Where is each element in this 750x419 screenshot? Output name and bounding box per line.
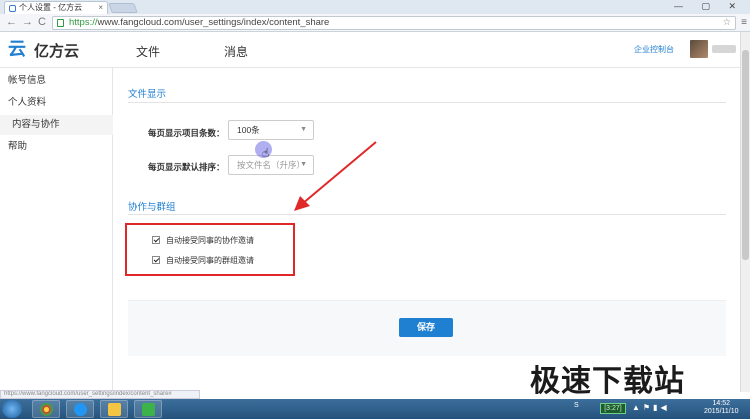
browser-status-url: https://www.fangcloud.com/user_settings/… [0, 390, 200, 399]
url-input[interactable]: https://www.fangcloud.com/user_settings/… [52, 16, 736, 30]
section-divider [128, 102, 726, 103]
browser-tab[interactable]: 个人设置 - 亿方云 × [4, 1, 108, 14]
app-header: 云 亿方云 文件 消息 企业控制台 [0, 32, 740, 68]
url-scheme: https:// [69, 17, 98, 28]
avatar[interactable] [690, 40, 708, 58]
tray-input-icon[interactable]: S [574, 402, 579, 409]
tray-recorder-chip[interactable]: [3:27] [600, 403, 626, 414]
lock-icon [57, 19, 64, 27]
window-controls[interactable]: — ▢ ✕ [674, 1, 744, 12]
taskbar-chrome[interactable] [32, 400, 60, 418]
nav-files[interactable]: 文件 [136, 43, 160, 60]
checkbox-group[interactable] [152, 256, 160, 264]
enterprise-console-link[interactable]: 企业控制台 [634, 44, 674, 55]
auto-accept-collab-option[interactable]: 自动接受同事的协作邀请 [152, 235, 254, 246]
sidebar-item-account[interactable]: 帐号信息 [0, 71, 113, 91]
settings-sidebar: 帐号信息 个人资料 内容与协作 帮助 [0, 68, 113, 392]
forward-icon[interactable]: → [22, 16, 33, 28]
items-per-page-label: 每页显示项目条数： [148, 128, 225, 138]
collab-title: 协作与群组 [128, 202, 176, 213]
logo-text: 亿方云 [34, 43, 80, 60]
hand-cursor-icon: ☝ [262, 146, 270, 160]
taskbar-app-green[interactable] [134, 400, 162, 418]
checkbox-collab[interactable] [152, 236, 160, 244]
bookmark-star-icon[interactable]: ☆ [722, 17, 731, 29]
save-button[interactable]: 保存 [399, 318, 453, 337]
chevron-down-icon: ▼ [300, 126, 307, 133]
tab-title: 个人设置 - 亿方云 [19, 3, 83, 12]
address-bar-row: ← → C https://www.fangcloud.com/user_set… [0, 14, 750, 32]
favicon-icon [9, 5, 16, 12]
auto-accept-group-label: 自动接受同事的群组邀请 [166, 256, 254, 265]
taskbar-clock[interactable]: 14:52 2015/11/10 [704, 400, 739, 416]
browser-tabbar: 个人设置 - 亿方云 × — ▢ ✕ [0, 0, 750, 14]
sidebar-item-profile[interactable]: 个人资料 [0, 93, 113, 113]
username-blurred[interactable] [712, 45, 736, 53]
items-per-page-select[interactable]: 100条 ▼ [228, 120, 314, 140]
taskbar-folder[interactable] [100, 400, 128, 418]
default-sort-label: 每页显示默认排序： [148, 162, 225, 172]
nav-messages[interactable]: 消息 [224, 43, 248, 60]
sidebar-item-help[interactable]: 帮助 [0, 137, 113, 157]
browser-menu-icon[interactable]: ≡ [741, 17, 747, 28]
tray-system-icons[interactable]: ▲⚑▮◀ [632, 403, 670, 412]
items-per-page-value: 100条 [237, 125, 260, 135]
watermark-logo: 极速下载站 [530, 364, 685, 399]
section-divider [128, 214, 726, 215]
file-display-title: 文件显示 [128, 89, 167, 100]
os-taskbar: S [3:27] ▲⚑▮◀ 14:52 2015/11/10 [0, 399, 750, 419]
url-text: www.fangcloud.com/user_settings/index/co… [97, 17, 330, 28]
taskbar-app-s[interactable] [66, 400, 94, 418]
page-scrollbar[interactable] [740, 32, 750, 392]
tab-close-icon[interactable]: × [98, 2, 103, 14]
auto-accept-group-option[interactable]: 自动接受同事的群组邀请 [152, 255, 254, 266]
reload-icon[interactable]: C [38, 16, 46, 28]
logo-cloud-icon: 云 [8, 39, 26, 59]
sidebar-item-content-collab[interactable]: 内容与协作 [0, 115, 113, 135]
back-icon[interactable]: ← [6, 16, 17, 28]
auto-accept-collab-label: 自动接受同事的协作邀请 [166, 236, 254, 245]
clock-date: 2015/11/10 [704, 408, 739, 415]
clock-time: 14:52 [712, 400, 731, 407]
new-tab-button[interactable] [108, 3, 138, 13]
annotation-arrow-icon [294, 141, 377, 211]
highlight-box [125, 223, 295, 276]
start-button[interactable] [2, 400, 22, 418]
scrollbar-thumb[interactable] [742, 50, 749, 260]
